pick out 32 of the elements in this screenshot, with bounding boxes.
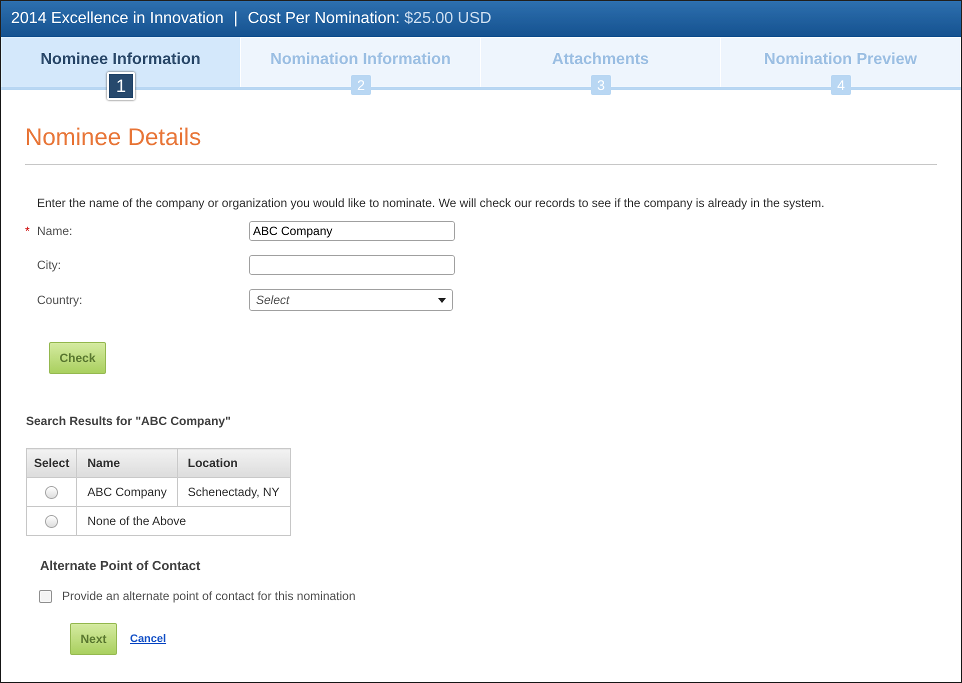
column-header: Select [26,448,77,478]
intro-text: Enter the name of the company or organization you would like to nominate. We will check our records to see if the company is already in the system. [37,196,826,210]
radio-button[interactable] [45,486,58,500]
caret-icon [438,298,446,302]
field-label: Country: [37,293,82,307]
step-number: 1 [107,72,135,100]
section-title: Nominee Details [25,124,937,165]
check-button[interactable]: Check [49,342,106,374]
field-label: Name: [37,224,72,238]
checkbox[interactable] [39,590,52,602]
separator: | [234,10,238,28]
table-cell: ABC Company [76,478,178,506]
text-field[interactable] [249,255,455,275]
step-number: 4 [831,75,851,95]
step-number: 2 [351,75,371,95]
required-mark: * [25,224,31,238]
checkbox-label: Provide an alternate point of contact for this nomination [62,589,356,603]
cost-label: Cost Per Nomination: $25.00 USD [248,10,492,28]
table-cell: None of the Above [76,506,290,536]
table-cell: Schenectady, NY [177,478,290,506]
alternate-heading: Alternate Point of Contact [40,558,202,573]
step-number: 3 [591,75,611,95]
program-title: 2014 Excellence in Innovation [11,10,224,28]
column-header: Name [76,448,178,478]
next-button[interactable]: Next [70,623,117,655]
column-header: Location [177,448,290,478]
radio-button[interactable] [45,515,58,528]
text-field[interactable]: ABC Company [249,221,455,241]
results-heading: Search Results for "ABC Company" [26,414,232,428]
cancel-link[interactable]: Cancel [130,633,166,645]
country-dropdown[interactable]: Select [249,289,453,311]
field-label: City: [37,258,61,272]
